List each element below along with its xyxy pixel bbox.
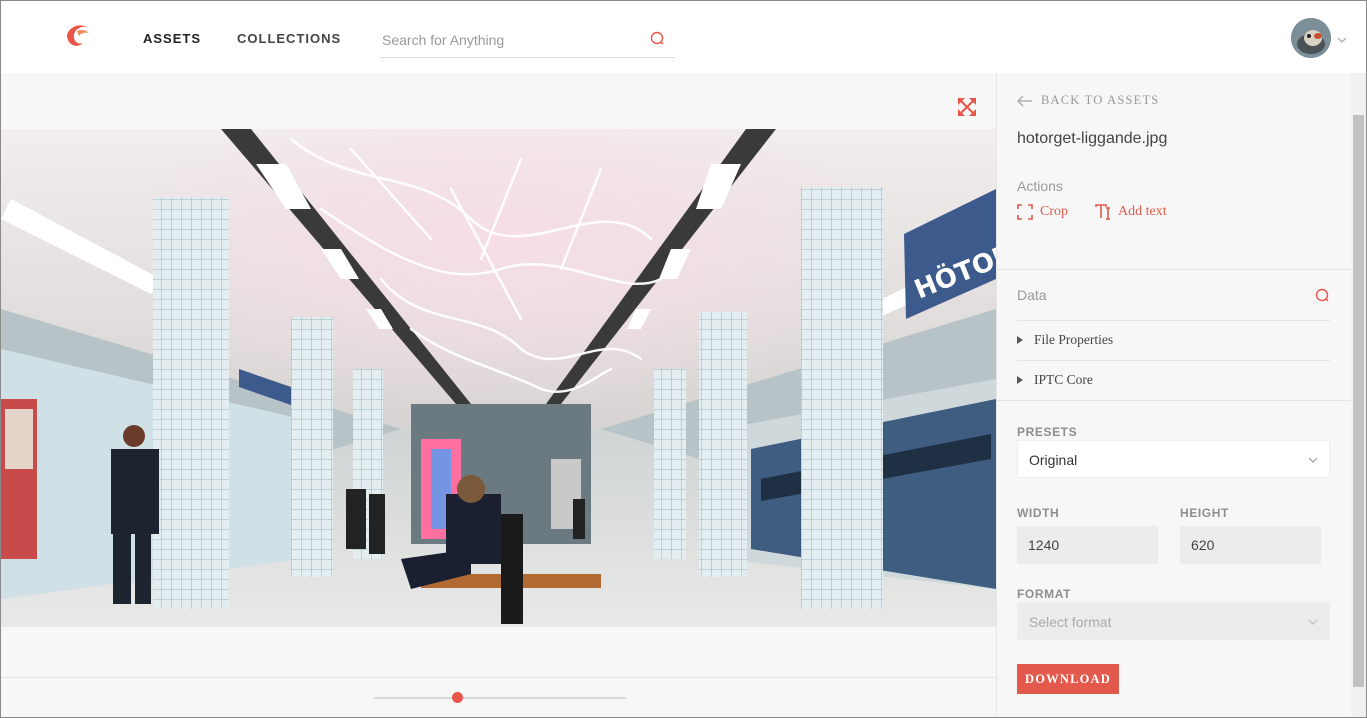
presets-value: Original <box>1029 452 1078 468</box>
width-label: WIDTH <box>1017 506 1060 520</box>
asset-image: HÖTORG <box>1 129 996 627</box>
add-text-icon <box>1095 204 1110 220</box>
panel-scrollbar[interactable] <box>1351 73 1366 717</box>
width-field[interactable] <box>1017 526 1158 564</box>
format-placeholder: Select format <box>1029 614 1112 630</box>
presets-label: PRESETS <box>1017 425 1078 439</box>
accordion-label: File Properties <box>1034 332 1114 347</box>
crop-icon <box>1017 204 1033 220</box>
zoom-slider-handle[interactable] <box>452 692 463 703</box>
add-text-label: Add text <box>1118 204 1167 219</box>
format-label: FORMAT <box>1017 587 1072 601</box>
caret-right-icon <box>1017 336 1023 344</box>
app-window: ASSETS COLLECTIONS Search for Anything H… <box>0 0 1367 718</box>
height-label: HEIGHT <box>1180 506 1229 520</box>
divider <box>1017 360 1330 361</box>
back-label: BACK TO ASSETS <box>1041 93 1160 107</box>
presets-select[interactable]: Original <box>1017 440 1330 478</box>
scrollbar-thumb[interactable] <box>1353 115 1364 687</box>
divider <box>1017 320 1330 321</box>
accordion-label: IPTC Core <box>1034 372 1093 387</box>
nav-assets[interactable]: ASSETS <box>143 31 201 46</box>
search-input[interactable] <box>382 29 637 51</box>
actions-heading: Actions <box>1017 178 1063 194</box>
image-viewer: HÖTORG <box>1 73 996 717</box>
divider <box>997 400 1352 401</box>
search-icon[interactable] <box>648 29 668 49</box>
download-button[interactable]: DOWNLOAD <box>1017 664 1119 694</box>
expand-arrows-icon[interactable] <box>957 97 977 117</box>
arrow-left-icon <box>1017 95 1032 106</box>
accordion-file-properties[interactable]: File Properties <box>1017 332 1113 348</box>
chevron-down-icon[interactable] <box>1336 32 1348 43</box>
bird-logo-icon[interactable] <box>63 21 93 53</box>
caret-right-icon <box>1017 376 1023 384</box>
back-to-assets-link[interactable]: BACK TO ASSETS <box>1017 93 1159 108</box>
top-header: ASSETS COLLECTIONS <box>1 1 1366 73</box>
crop-button[interactable]: Crop <box>1017 204 1068 220</box>
nav-collections[interactable]: COLLECTIONS <box>237 31 341 46</box>
zoom-bar <box>1 677 996 717</box>
chevron-down-icon <box>1308 457 1318 463</box>
zoom-slider-track[interactable] <box>374 697 626 699</box>
file-name: hotorget-liggande.jpg <box>1017 130 1168 147</box>
add-text-button[interactable]: Add text <box>1095 204 1167 220</box>
search-icon[interactable] <box>1314 287 1332 305</box>
height-field[interactable] <box>1180 526 1321 564</box>
format-select[interactable]: Select format <box>1017 602 1330 640</box>
avatar[interactable] <box>1291 18 1331 58</box>
divider <box>997 269 1352 270</box>
data-heading: Data <box>1017 287 1047 303</box>
crop-label: Crop <box>1040 204 1068 219</box>
search-bar <box>380 23 675 58</box>
asset-details-panel: BACK TO ASSETS hotorget-liggande.jpg Act… <box>996 73 1352 717</box>
accordion-iptc-core[interactable]: IPTC Core <box>1017 372 1093 388</box>
chevron-down-icon <box>1308 619 1318 625</box>
